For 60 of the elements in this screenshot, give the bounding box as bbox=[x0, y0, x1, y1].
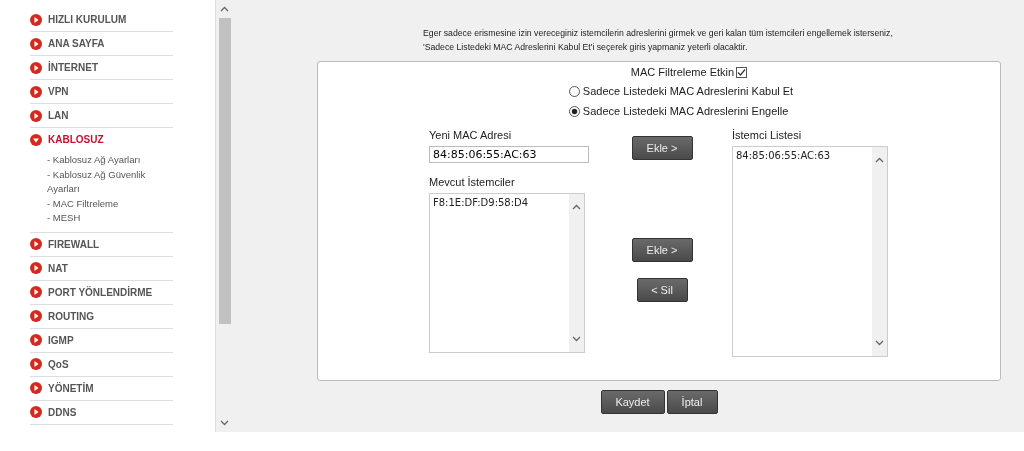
menu-item[interactable]: VPN bbox=[30, 80, 173, 103]
menu-item[interactable]: ROUTING bbox=[30, 304, 173, 328]
play-icon bbox=[30, 310, 42, 322]
play-icon bbox=[30, 13, 42, 26]
scroll-up-icon[interactable] bbox=[875, 157, 884, 163]
menu-item[interactable]: KABLOSUZ bbox=[30, 128, 173, 151]
checkbox[interactable] bbox=[736, 66, 748, 78]
add-button[interactable]: Ekle > bbox=[631, 238, 693, 262]
radio-label: Sadece Listedeki MAC Adreslerini Kabul Et bbox=[582, 85, 794, 97]
scroll-down-icon[interactable] bbox=[220, 420, 229, 426]
menu-item[interactable]: DDNS bbox=[30, 400, 173, 424]
submenu-item[interactable]: - Kablosuz Ağ Ayarları bbox=[47, 153, 159, 168]
scroll-down-icon[interactable] bbox=[572, 336, 581, 342]
play-icon bbox=[30, 262, 42, 274]
radio-button[interactable] bbox=[568, 105, 580, 117]
mac-input-field[interactable]: 84:85:06:55:AC:63 bbox=[429, 146, 589, 163]
scroll-thumb[interactable] bbox=[218, 18, 231, 324]
menu-item[interactable]: HIZLI KURULUM bbox=[30, 8, 173, 31]
list-option[interactable]: 84:85:06:55:AC:63 bbox=[736, 150, 869, 161]
list-label: İstemci Listesi bbox=[732, 129, 803, 141]
remove-button[interactable]: < Sil bbox=[636, 278, 688, 302]
play-icon bbox=[30, 37, 42, 50]
play-icon bbox=[30, 382, 42, 394]
submenu-item[interactable]: - Kablosuz Ağ Güvenlik Ayarları bbox=[47, 167, 159, 197]
scroll-up-icon[interactable] bbox=[220, 6, 229, 12]
add-button[interactable]: Ekle > bbox=[631, 136, 693, 160]
client-listbox[interactable]: F8:1E:DF:D9:58:D4 bbox=[429, 193, 585, 353]
scroll-down-icon[interactable] bbox=[875, 340, 884, 346]
client-listbox[interactable]: 84:85:06:55:AC:63 bbox=[732, 146, 888, 357]
menu-item[interactable]: ANA SAYFA bbox=[30, 32, 173, 55]
play-icon bbox=[30, 406, 42, 418]
expanded-icon bbox=[30, 133, 42, 146]
play-icon bbox=[30, 334, 42, 346]
menu-item[interactable]: IGMP bbox=[30, 328, 173, 352]
menu-item[interactable]: PORT YÖNLENDİRME bbox=[30, 280, 173, 304]
menu-item[interactable]: LAN bbox=[30, 104, 173, 127]
radio-label: Sadece Listedeki MAC Adreslerini Engelle bbox=[582, 105, 789, 117]
intro-text: Eger sadece erismesine izin vereceginiz istemcilerin adreslerini girmek ve geri kalan tüm istemcileri engellemek isterseniz, 'Sadece Listedeki MAC Adreslerini Kabul Et'i seçerek giris yapmaniz yeterli olacaktir. bbox=[423, 27, 894, 54]
play-icon bbox=[30, 85, 42, 98]
submenu-item[interactable]: - MESH bbox=[47, 211, 159, 226]
checkbox-label: MAC Filtreleme Etkin bbox=[630, 66, 735, 78]
save-button[interactable]: Kaydet bbox=[600, 390, 665, 414]
play-icon bbox=[30, 61, 42, 74]
submenu-item[interactable]: - MAC Filtreleme bbox=[47, 196, 159, 211]
list-label: Mevcut İstemciler bbox=[429, 176, 516, 188]
play-icon bbox=[30, 358, 42, 370]
play-icon bbox=[30, 109, 42, 122]
scroll-up-icon[interactable] bbox=[572, 204, 581, 210]
menu-item[interactable]: FIREWALL bbox=[30, 232, 173, 256]
cancel-button[interactable]: İptal bbox=[666, 390, 718, 414]
scrollbar[interactable] bbox=[216, 0, 233, 432]
play-icon bbox=[30, 286, 42, 298]
play-icon bbox=[30, 238, 42, 250]
menu-item[interactable]: QoS bbox=[30, 352, 173, 376]
list-option[interactable]: F8:1E:DF:D9:58:D4 bbox=[433, 197, 566, 208]
menu-item[interactable]: NAT bbox=[30, 256, 173, 280]
field-label: Yeni MAC Adresi bbox=[429, 129, 513, 141]
menu-item[interactable]: İNTERNET bbox=[30, 56, 173, 79]
radio-button[interactable] bbox=[568, 85, 580, 97]
menu-item[interactable]: YÖNETİM bbox=[30, 376, 173, 400]
